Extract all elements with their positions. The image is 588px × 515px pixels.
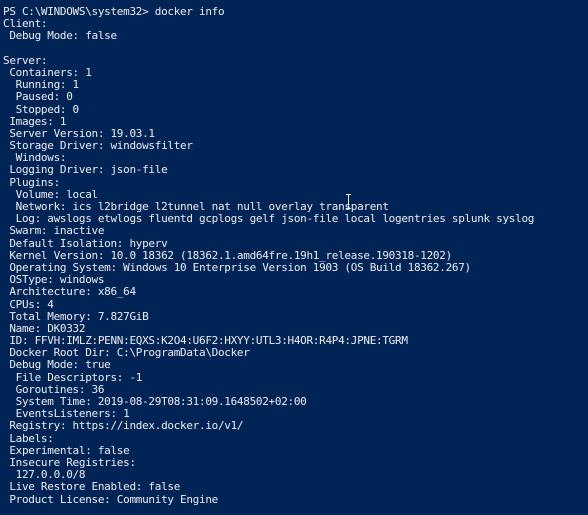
- output-line: CPUs: 4: [3, 297, 54, 311]
- output-line: Swarm: inactive: [3, 224, 105, 238]
- output-line: Architecture: x86_64: [3, 285, 136, 299]
- text-cursor-icon: [345, 194, 352, 209]
- powershell-terminal[interactable]: PS C:\WINDOWS\system32> docker info Clien…: [0, 0, 588, 515]
- output-line: Live Restore Enabled: false: [3, 480, 181, 494]
- output-line: Storage Driver: windowsfilter: [3, 139, 193, 153]
- output-line: Debug Mode: false: [3, 29, 117, 43]
- output-line: Debug Mode: true: [3, 358, 111, 372]
- output-line: File Descriptors: -1: [3, 370, 143, 384]
- output-line: Logging Driver: json-file: [3, 163, 168, 177]
- terminal-output: PS C:\WINDOWS\system32> docker info Clien…: [3, 5, 588, 506]
- output-line: Registry: https://index.docker.io/v1/: [3, 419, 244, 433]
- output-line: Insecure Registries:: [3, 455, 136, 469]
- output-line: Containers: 1: [3, 65, 92, 79]
- output-line: Running: 1: [3, 78, 80, 92]
- output-line: Total Memory: 7.827GiB: [3, 309, 149, 323]
- output-line: Stopped: 0: [3, 102, 80, 116]
- output-line: Plugins:: [3, 175, 60, 189]
- output-line: Default Isolation: hyperv: [3, 236, 168, 250]
- output-line: Labels:: [3, 431, 54, 445]
- output-line: Product License: Community Engine: [3, 492, 218, 506]
- command-prompt-line: PS C:\WINDOWS\system32> docker info: [3, 5, 225, 18]
- output-line: Paused: 0: [3, 90, 73, 104]
